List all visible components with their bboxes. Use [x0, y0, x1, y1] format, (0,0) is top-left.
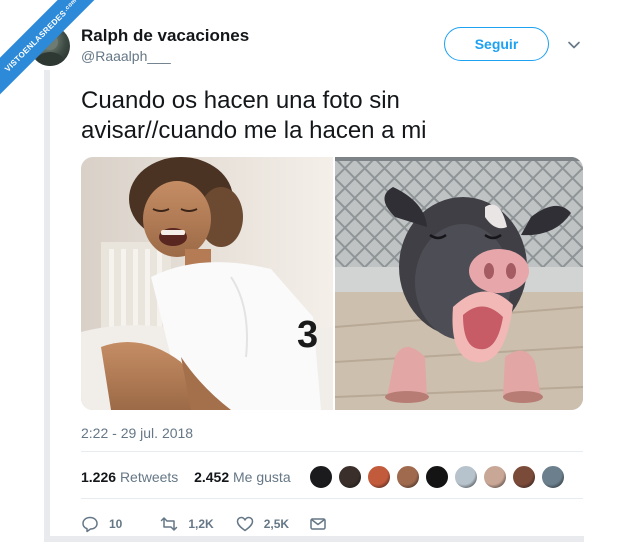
- liker-avatar[interactable]: [367, 465, 391, 489]
- heart-icon: [236, 516, 253, 532]
- divider-top: [81, 451, 583, 452]
- likers-avatars: [309, 465, 570, 489]
- retweet-count: 1,2K: [188, 517, 214, 531]
- likes-label[interactable]: Me gusta: [233, 469, 291, 485]
- tweet-text-line-1: Cuando os hacen una foto sin: [81, 87, 400, 114]
- liker-avatar[interactable]: [425, 465, 449, 489]
- liker-avatar[interactable]: [309, 465, 333, 489]
- svg-text:3: 3: [297, 314, 318, 356]
- tweet-photo-woman[interactable]: 3: [81, 157, 333, 410]
- reply-icon: [82, 516, 98, 533]
- pig-laughing-image: [335, 157, 583, 410]
- divider-bottom: [81, 498, 583, 499]
- retweet-button[interactable]: 1,2K: [160, 515, 214, 533]
- author-handle[interactable]: @Raaalph___: [81, 48, 171, 64]
- likes-count[interactable]: 2.452: [194, 469, 229, 485]
- retweets-count[interactable]: 1.226: [81, 469, 116, 485]
- liker-avatar[interactable]: [483, 465, 507, 489]
- retweet-icon: [161, 517, 178, 531]
- tweet-photo-pig[interactable]: [335, 157, 583, 410]
- tweet-stats: 1.226 Retweets 2.452 Me gusta: [81, 469, 291, 485]
- author-display-name[interactable]: Ralph de vacaciones: [81, 26, 249, 46]
- chevron-down-icon[interactable]: [567, 38, 581, 52]
- follow-button[interactable]: Seguir: [444, 27, 549, 61]
- retweets-label[interactable]: Retweets: [120, 469, 178, 485]
- tweet-timestamp[interactable]: 2:22 - 29 jul. 2018: [81, 425, 193, 441]
- tweet-text: Cuando os hacen una foto sin avisar//cua…: [81, 86, 581, 146]
- reply-button[interactable]: 10: [81, 515, 122, 533]
- like-count: 2,5K: [263, 517, 290, 531]
- woman-laughing-image: 3: [81, 157, 333, 410]
- mail-icon: [310, 518, 326, 530]
- like-button[interactable]: 2,5K: [236, 515, 289, 533]
- frame-bottom-border: [44, 536, 584, 542]
- liker-avatar[interactable]: [338, 465, 362, 489]
- tweet-actions: 10 1,2K 2,5K: [81, 514, 355, 534]
- liker-avatar[interactable]: [454, 465, 478, 489]
- liker-avatar[interactable]: [512, 465, 536, 489]
- direct-message-button[interactable]: [309, 515, 337, 533]
- liker-avatar[interactable]: [396, 465, 420, 489]
- tweet-text-line-2: avisar//cuando me la hacen a mi: [81, 117, 427, 144]
- reply-count: 10: [109, 517, 123, 531]
- liker-avatar[interactable]: [541, 465, 565, 489]
- frame-left-border: [44, 70, 50, 540]
